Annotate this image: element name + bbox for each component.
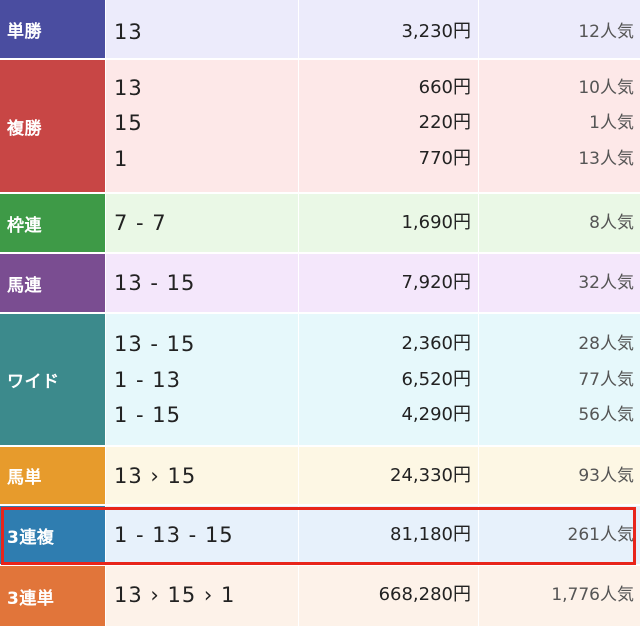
combination-text: 1 - 13 bbox=[114, 368, 182, 392]
bet-row: 馬単 13 › 15 24,330円 93人気 bbox=[0, 447, 640, 506]
popularity-cell: 8人気 bbox=[478, 194, 640, 252]
popularity-rank: 56人気 bbox=[578, 405, 634, 425]
popularity-cell: 1,776人気 bbox=[478, 566, 640, 626]
payout-cell: 7,920円 bbox=[298, 254, 478, 312]
popularity-rank: 13人気 bbox=[578, 149, 634, 169]
payout-amount: 81,180円 bbox=[390, 524, 471, 545]
bet-type-label: 枠連 bbox=[0, 194, 105, 252]
bet-row: 3連複 1 - 13 - 15 81,180円 261人気 bbox=[0, 506, 640, 566]
popularity-cell: 10人気 1人気 13人気 bbox=[478, 60, 640, 192]
payout-amount: 24,330円 bbox=[390, 465, 471, 486]
popularity-cell: 261人気 bbox=[478, 506, 640, 564]
combination-text: 13 bbox=[114, 76, 143, 100]
combination-text: 13 › 15 bbox=[114, 464, 197, 488]
payout-amount: 1,690円 bbox=[401, 212, 471, 233]
bet-row: 馬連 13 - 15 7,920円 32人気 bbox=[0, 254, 640, 314]
popularity-rank: 8人気 bbox=[589, 213, 634, 233]
popularity-rank: 1人気 bbox=[589, 113, 634, 133]
bet-type-label: 単勝 bbox=[0, 0, 105, 58]
combination-cell: 13 bbox=[105, 0, 298, 58]
combination-text: 7 - 7 bbox=[114, 211, 167, 235]
bet-type-label: ワイド bbox=[0, 314, 105, 445]
payout-amount: 4,290円 bbox=[401, 404, 471, 425]
popularity-rank: 32人気 bbox=[578, 273, 634, 293]
bet-type-label: 3連複 bbox=[0, 506, 105, 564]
popularity-rank: 77人気 bbox=[578, 370, 634, 390]
payout-amount: 3,230円 bbox=[401, 21, 471, 42]
payout-table: 単勝 13 3,230円 12人気複勝 13 15 1 660円 220円 770円 10人気 1人気… bbox=[0, 0, 640, 628]
payout-amount: 770円 bbox=[418, 148, 471, 169]
popularity-rank: 93人気 bbox=[578, 466, 634, 486]
combination-text: 1 - 15 bbox=[114, 403, 182, 427]
bet-type-label: 複勝 bbox=[0, 60, 105, 192]
combination-text: 15 bbox=[114, 111, 143, 135]
combination-text: 1 - 13 - 15 bbox=[114, 523, 234, 547]
bet-type-label: 馬連 bbox=[0, 254, 105, 312]
combination-cell: 13 - 15 1 - 13 1 - 15 bbox=[105, 314, 298, 445]
payout-cell: 1,690円 bbox=[298, 194, 478, 252]
payout-cell: 660円 220円 770円 bbox=[298, 60, 478, 192]
popularity-rank: 12人気 bbox=[578, 22, 634, 42]
combination-cell: 13 › 15 bbox=[105, 447, 298, 504]
payout-amount: 660円 bbox=[418, 77, 471, 98]
payout-cell: 24,330円 bbox=[298, 447, 478, 504]
payout-cell: 2,360円 6,520円 4,290円 bbox=[298, 314, 478, 445]
popularity-cell: 32人気 bbox=[478, 254, 640, 312]
popularity-rank: 28人気 bbox=[578, 334, 634, 354]
payout-amount: 2,360円 bbox=[401, 333, 471, 354]
popularity-cell: 12人気 bbox=[478, 0, 640, 58]
combination-text: 1 bbox=[114, 147, 129, 171]
payout-amount: 7,920円 bbox=[401, 272, 471, 293]
bet-row: ワイド 13 - 15 1 - 13 1 - 15 2,360円 6,520円 4,290円… bbox=[0, 314, 640, 447]
bet-row: 枠連 7 - 7 1,690円 8人気 bbox=[0, 194, 640, 254]
payout-cell: 81,180円 bbox=[298, 506, 478, 564]
payout-cell: 668,280円 bbox=[298, 566, 478, 626]
bet-row: 単勝 13 3,230円 12人気 bbox=[0, 0, 640, 60]
combination-text: 13 - 15 bbox=[114, 271, 196, 295]
combination-cell: 13 - 15 bbox=[105, 254, 298, 312]
combination-cell: 7 - 7 bbox=[105, 194, 298, 252]
bet-type-label: 馬単 bbox=[0, 447, 105, 504]
payout-amount: 220円 bbox=[418, 112, 471, 133]
payout-amount: 6,520円 bbox=[401, 369, 471, 390]
combination-cell: 13 › 15 › 1 bbox=[105, 566, 298, 626]
payout-cell: 3,230円 bbox=[298, 0, 478, 58]
combination-text: 13 - 15 bbox=[114, 332, 196, 356]
popularity-cell: 93人気 bbox=[478, 447, 640, 504]
combination-cell: 1 - 13 - 15 bbox=[105, 506, 298, 564]
popularity-cell: 28人気 77人気 56人気 bbox=[478, 314, 640, 445]
bet-type-label: 3連単 bbox=[0, 566, 105, 626]
combination-text: 13 bbox=[114, 20, 143, 44]
bet-row: 3連単 13 › 15 › 1 668,280円 1,776人気 bbox=[0, 566, 640, 628]
combination-cell: 13 15 1 bbox=[105, 60, 298, 192]
popularity-rank: 10人気 bbox=[578, 78, 634, 98]
popularity-rank: 261人気 bbox=[567, 525, 634, 545]
payout-amount: 668,280円 bbox=[378, 584, 471, 605]
popularity-rank: 1,776人気 bbox=[551, 585, 634, 605]
combination-text: 13 › 15 › 1 bbox=[114, 583, 236, 607]
bet-row: 複勝 13 15 1 660円 220円 770円 10人気 1人気 13人気 bbox=[0, 60, 640, 194]
